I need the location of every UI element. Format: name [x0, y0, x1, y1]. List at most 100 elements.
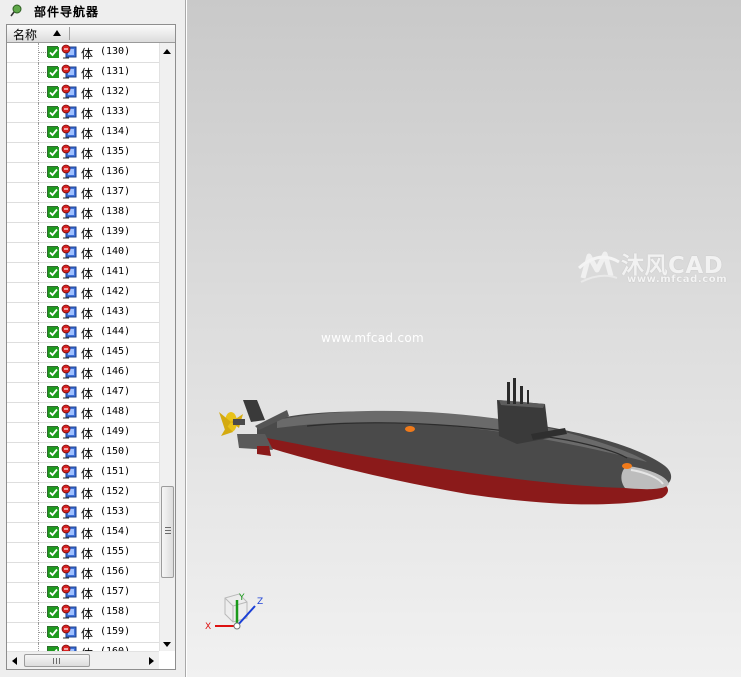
tree-row[interactable]: 体(160) [7, 643, 159, 651]
tree-connector [38, 423, 39, 443]
column-divider[interactable] [69, 27, 70, 40]
checkbox-checked-icon[interactable] [47, 206, 59, 218]
checkbox-checked-icon[interactable] [47, 306, 59, 318]
horizontal-scrollbar[interactable] [7, 651, 159, 669]
checkbox-checked-icon[interactable] [47, 246, 59, 258]
checkbox-checked-icon[interactable] [47, 426, 59, 438]
checkbox-checked-icon[interactable] [47, 386, 59, 398]
tree-row[interactable]: 体 (142) [7, 283, 159, 303]
tree-connector [39, 592, 46, 593]
checkbox-checked-icon[interactable] [47, 546, 59, 558]
checkbox-checked-icon[interactable] [47, 466, 59, 478]
tree-row[interactable]: 体 (133) [7, 103, 159, 123]
checkbox-checked-icon[interactable] [47, 326, 59, 338]
tree-row[interactable]: 体 (158) [7, 603, 159, 623]
checkbox-checked-icon[interactable] [47, 146, 59, 158]
checkbox-checked-icon[interactable] [47, 346, 59, 358]
tree-connector [39, 552, 46, 553]
tree-row[interactable]: 体 (154) [7, 523, 159, 543]
solid-body-icon [61, 304, 78, 321]
checkbox-checked-icon[interactable] [47, 606, 59, 618]
tree-connector [38, 103, 39, 123]
scroll-down-arrow-icon[interactable] [163, 642, 171, 647]
tree-row[interactable]: 体 (141) [7, 263, 159, 283]
scroll-right-arrow-icon[interactable] [149, 657, 154, 665]
checkbox-checked-icon[interactable] [47, 106, 59, 118]
checkbox-checked-icon[interactable] [47, 446, 59, 458]
tree-row[interactable]: 体 (144) [7, 323, 159, 343]
column-header-name[interactable]: 名称 [7, 25, 175, 43]
checkbox-checked-icon[interactable] [47, 266, 59, 278]
submarine-model[interactable] [217, 370, 677, 520]
solid-body-icon [61, 284, 78, 301]
tree-row[interactable]: 体 (153) [7, 503, 159, 523]
column-header-label: 名称 [13, 28, 38, 42]
checkbox-checked-icon[interactable] [47, 46, 59, 58]
checkbox-checked-icon[interactable] [47, 586, 59, 598]
scroll-up-arrow-icon[interactable] [163, 49, 171, 54]
checkbox-checked-icon[interactable] [47, 186, 59, 198]
tree-row[interactable]: 体 (147) [7, 383, 159, 403]
logo-domain-text: www.mfcad.com [627, 274, 728, 285]
tree-connector [39, 412, 46, 413]
tree-rows: 体 (130) 体 (131) 体 (132) 体 (133) 体 (134) 体 (135) 体 (13… [7, 43, 159, 651]
checkbox-checked-icon[interactable] [47, 226, 59, 238]
tree-row[interactable]: 体 (157) [7, 583, 159, 603]
hatch-orange [405, 426, 415, 432]
solid-body-icon [61, 584, 78, 601]
checkbox-checked-icon[interactable] [47, 626, 59, 638]
checkbox-checked-icon[interactable] [47, 166, 59, 178]
vertical-scroll-thumb[interactable] [161, 486, 174, 578]
checkbox-checked-icon[interactable] [47, 86, 59, 98]
checkbox-checked-icon[interactable] [47, 406, 59, 418]
tree-row[interactable]: 体 (130) [7, 43, 159, 63]
checkbox-checked-icon[interactable] [47, 66, 59, 78]
graphics-viewport[interactable]: 沐风CAD www.mfcad.com www.mfcad.com X Y Z [187, 0, 741, 677]
vertical-scrollbar[interactable] [159, 43, 175, 651]
tree-row[interactable]: 体 (146) [7, 363, 159, 383]
tree-row[interactable]: 体 (135) [7, 143, 159, 163]
hatch-orange [622, 463, 632, 469]
checkbox-checked-icon[interactable] [47, 286, 59, 298]
tree-row[interactable]: 体 (136) [7, 163, 159, 183]
tree-row[interactable]: 体 (134) [7, 123, 159, 143]
tree-connector [39, 212, 46, 213]
checkbox-checked-icon[interactable] [47, 126, 59, 138]
scroll-left-arrow-icon[interactable] [12, 657, 17, 665]
grip-line [165, 530, 171, 531]
checkbox-checked-icon[interactable] [47, 526, 59, 538]
navigator-tree[interactable]: 名称 体 (130) 体 (131) 体 (132) 体 (133) 体 (134) 体 (135) 体… [6, 24, 176, 670]
tree-row[interactable]: 体 (148) [7, 403, 159, 423]
tree-row[interactable]: 体 (155) [7, 543, 159, 563]
tree-row[interactable]: 体 (138) [7, 203, 159, 223]
horizontal-scroll-thumb[interactable] [24, 654, 90, 667]
tree-row[interactable]: 体 (149) [7, 423, 159, 443]
tree-connector [39, 352, 46, 353]
checkbox-checked-icon[interactable] [47, 506, 59, 518]
tree-row[interactable]: 体 (143) [7, 303, 159, 323]
sort-ascending-icon[interactable] [53, 30, 61, 36]
tree-row[interactable]: 体 (159) [7, 623, 159, 643]
row-label: 体 [81, 147, 94, 161]
row-label: 体 [81, 367, 94, 381]
row-label: 体 [81, 387, 94, 401]
checkbox-checked-icon[interactable] [47, 566, 59, 578]
tree-connector [38, 223, 39, 243]
axis-triad-icon[interactable]: X Y Z [203, 590, 273, 640]
stern-upper-fin [243, 400, 265, 422]
tree-row[interactable]: 体 (151) [7, 463, 159, 483]
tree-row[interactable]: 体 (152) [7, 483, 159, 503]
row-number: (144) [100, 326, 131, 337]
axis-z-label: Z [257, 597, 263, 607]
tree-row[interactable]: 体 (131) [7, 63, 159, 83]
tree-row[interactable]: 体 (156) [7, 563, 159, 583]
tree-row[interactable]: 体 (140) [7, 243, 159, 263]
checkbox-checked-icon[interactable] [47, 486, 59, 498]
tree-row[interactable]: 体 (132) [7, 83, 159, 103]
checkbox-checked-icon[interactable] [47, 366, 59, 378]
tree-row[interactable]: 体 (150) [7, 443, 159, 463]
row-number: (139) [100, 226, 131, 237]
tree-row[interactable]: 体 (139) [7, 223, 159, 243]
tree-row[interactable]: 体 (145) [7, 343, 159, 363]
tree-row[interactable]: 体 (137) [7, 183, 159, 203]
